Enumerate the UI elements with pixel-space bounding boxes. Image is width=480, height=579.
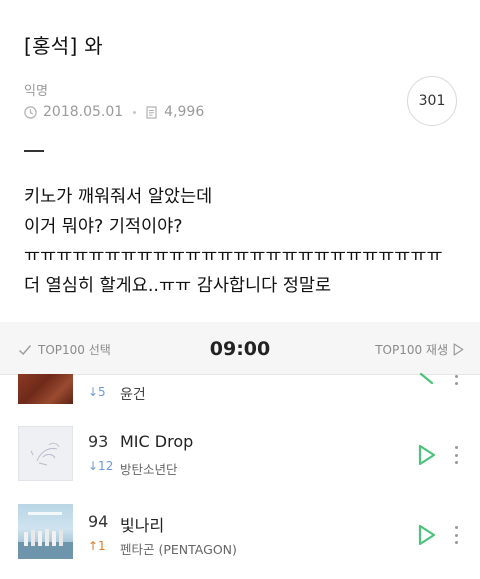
post: [홍석] 와 익명 2018.05.01 4,996 301 키노가 깨워줘서 … <box>0 0 480 322</box>
rank-change: ↓5 <box>88 385 106 399</box>
more-icon[interactable] <box>455 446 459 464</box>
more-icon[interactable] <box>455 526 459 544</box>
play-top100-button[interactable]: TOP100 재생 <box>375 341 464 358</box>
chart-row[interactable]: 93 MIC Drop ↓12 방탄소년단 <box>0 426 480 496</box>
song-title: 빛나리 <box>120 516 165 535</box>
document-icon <box>145 105 158 119</box>
rank-number: 93 <box>88 432 109 451</box>
chart-row[interactable]: ↓5 윤건 <box>0 373 480 417</box>
body-line: 이거 뭐야? 기적이야? <box>24 216 183 237</box>
artist-name: 윤건 <box>120 387 146 403</box>
post-author: 익명 <box>24 84 48 99</box>
more-icon[interactable] <box>455 375 459 385</box>
rank-change: ↑1 <box>88 539 106 553</box>
artist-name: 방탄소년단 <box>120 462 178 477</box>
comment-count-button[interactable]: 301 <box>407 76 457 126</box>
body-line: ㅠㅠㅠㅠㅠㅠㅠㅠㅠㅠㅠㅠㅠㅠㅠㅠㅠㅠㅠㅠㅠㅠㅠㅠㅠㅠ <box>24 246 443 266</box>
rank-change: ↓12 <box>88 459 114 473</box>
body-line: 키노가 깨워줘서 알았는데 <box>24 187 213 207</box>
album-art <box>18 504 73 559</box>
post-title: [홍석] 와 <box>24 34 103 58</box>
album-art-group <box>18 512 73 559</box>
album-art-sketch <box>30 442 60 466</box>
music-chart-screenshot: TOP100 선택 09:00 TOP100 재생 ↓5 윤건 93 MIC D… <box>0 322 480 579</box>
post-date: 2018.05.01 <box>43 104 124 120</box>
album-art <box>18 426 73 481</box>
rank-number: 94 <box>88 512 109 531</box>
post-meta: 2018.05.01 4,996 <box>24 104 204 120</box>
song-title: MIC Drop <box>120 432 194 451</box>
chart-header-bar: TOP100 선택 09:00 TOP100 재생 <box>0 322 480 375</box>
clock-icon <box>24 105 37 119</box>
post-body: 키노가 깨워줘서 알았는데 이거 뭐야? 기적이야? ㅠㅠㅠㅠㅠㅠㅠㅠㅠㅠㅠㅠㅠ… <box>24 183 464 301</box>
chart-row[interactable]: 94 빛나리 ↑1 펜타곤 (PENTAGON) <box>0 504 480 574</box>
play-outline-icon <box>453 343 464 356</box>
play-icon[interactable] <box>416 523 438 547</box>
artist-name: 펜타곤 (PENTAGON) <box>120 542 237 557</box>
play-icon[interactable] <box>416 373 438 387</box>
title-divider <box>24 150 44 152</box>
album-art <box>18 374 73 404</box>
view-count: 4,996 <box>164 104 205 120</box>
meta-separator <box>133 110 137 114</box>
play-icon[interactable] <box>416 443 438 467</box>
play-top100-label: TOP100 재생 <box>375 343 448 357</box>
body-line: 더 열심히 할게요..ㅠㅠ 감사합니다 정말로 <box>24 275 332 296</box>
